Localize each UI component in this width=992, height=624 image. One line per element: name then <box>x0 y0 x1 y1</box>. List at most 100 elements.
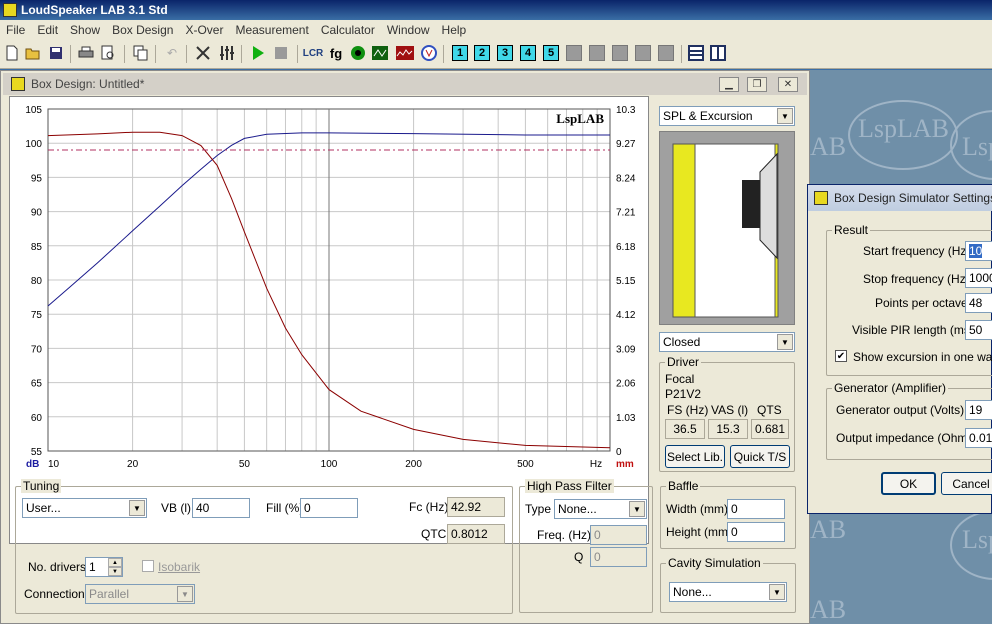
chevron-down-icon: ▼ <box>769 584 785 600</box>
layout-slot-8-button[interactable] <box>612 45 628 61</box>
menu-edit[interactable]: Edit <box>31 23 64 37</box>
menu-box-design[interactable]: Box Design <box>106 23 179 37</box>
ok-button[interactable]: OK <box>881 472 936 495</box>
oscillator-icon[interactable] <box>350 45 366 61</box>
stop-icon[interactable] <box>273 45 289 61</box>
hpf-freq-label: Freq. (Hz) <box>537 528 591 542</box>
box-type-select[interactable]: Closed ▼ <box>659 332 795 352</box>
drivers-spin-up[interactable]: ▲ <box>108 558 122 567</box>
select-library-button[interactable]: Select Lib. <box>665 445 725 468</box>
minimize-button[interactable]: ▁ <box>719 77 739 92</box>
baffle-width-label: Width (mm) <box>666 502 728 516</box>
layout-2-button[interactable]: 2 <box>474 45 490 61</box>
points-per-octave-label: Points per octave <box>875 296 968 310</box>
x-tick-label: 200 <box>405 459 422 470</box>
tools-icon[interactable] <box>195 45 211 61</box>
vas-value: 15.3 <box>708 419 748 439</box>
baffle-width-input[interactable]: 0 <box>727 499 785 519</box>
y-tick-label-left: 70 <box>31 344 43 355</box>
y-tick-label-right: 8.24 <box>616 173 636 184</box>
spectrum-analyzer-icon[interactable] <box>396 45 414 61</box>
print-preview-icon[interactable] <box>100 45 116 61</box>
y-tick-label-left: 75 <box>31 310 43 321</box>
start-frequency-input[interactable]: 10 <box>965 241 992 261</box>
desktop-watermark-fragment: AB <box>810 132 847 161</box>
menu-file[interactable]: File <box>0 23 31 37</box>
save-icon[interactable] <box>48 45 64 61</box>
output-impedance-input[interactable]: 0.01 <box>965 428 992 448</box>
dialog-title: Box Design Simulator Settings <box>834 191 992 205</box>
app-title: LoudSpeaker LAB 3.1 Std <box>21 3 168 17</box>
menu-measurement[interactable]: Measurement <box>229 23 314 37</box>
voltmeter-icon[interactable] <box>421 45 437 61</box>
cancel-button[interactable]: Cancel <box>941 472 992 495</box>
layout-1-button[interactable]: 1 <box>452 45 468 61</box>
vb-label: VB (l) <box>161 501 191 515</box>
hpf-q-input[interactable]: 0 <box>590 547 647 567</box>
spl-excursion-chart[interactable]: 10510095908580757065605510.39.278.247.21… <box>10 97 648 543</box>
window-title-bar[interactable]: Box Design: Untitled* ▁ ❐ ✕ <box>3 73 807 95</box>
cavity-simulation-select[interactable]: None... ▼ <box>669 582 787 602</box>
layout-slot-7-button[interactable] <box>589 45 605 61</box>
y-tick-label-left: 105 <box>25 105 42 116</box>
points-per-octave-input[interactable]: 48 <box>965 293 992 313</box>
view-mode-select[interactable]: SPL & Excursion ▼ <box>659 106 795 126</box>
layout-4-button[interactable]: 4 <box>520 45 536 61</box>
stop-frequency-label: Stop frequency (Hz) <box>863 272 970 286</box>
generator-output-input[interactable]: 19 <box>965 400 992 420</box>
menu-show[interactable]: Show <box>64 23 106 37</box>
layout-5-button[interactable]: 5 <box>543 45 559 61</box>
hpf-freq-input[interactable]: 0 <box>590 525 647 545</box>
alignment-select[interactable]: User... ▼ <box>22 498 147 518</box>
scope-icon[interactable] <box>372 45 388 61</box>
hpf-type-select[interactable]: None... ▼ <box>554 499 647 519</box>
qts-value: 0.681 <box>751 419 789 439</box>
restore-button[interactable]: ❐ <box>747 77 767 92</box>
stop-frequency-input[interactable]: 1000 <box>965 268 992 288</box>
tile-vertical-icon[interactable] <box>710 45 726 61</box>
driver-model: P21V2 <box>665 387 702 401</box>
box-design-window: Box Design: Untitled* ▁ ❐ ✕ 105 100 95 90 85… <box>0 70 810 624</box>
layout-3-button[interactable]: 3 <box>497 45 513 61</box>
y-tick-label-left: 60 <box>31 413 43 424</box>
desktop-watermark-fragment: AB <box>810 595 847 624</box>
app-title-bar: LoudSpeaker LAB 3.1 Std <box>0 0 992 20</box>
menu-help[interactable]: Help <box>436 23 473 37</box>
menu-window[interactable]: Window <box>381 23 436 37</box>
close-button[interactable]: ✕ <box>778 77 798 92</box>
new-file-icon[interactable] <box>4 45 20 61</box>
equalizer-icon[interactable] <box>219 45 235 61</box>
undo-icon[interactable]: ↶ <box>164 45 180 61</box>
window-icon <box>11 77 25 91</box>
tile-horizontal-icon[interactable] <box>688 45 704 61</box>
layout-slot-10-button[interactable] <box>658 45 674 61</box>
function-generator-icon[interactable]: fg <box>326 45 346 61</box>
chevron-down-icon: ▼ <box>777 334 793 350</box>
lcr-meter-icon[interactable]: LCR <box>303 45 324 61</box>
quick-ts-button[interactable]: Quick T/S <box>730 445 790 468</box>
connection-select[interactable]: Parallel ▼ <box>85 584 195 604</box>
vb-input[interactable]: 40 <box>192 498 250 518</box>
x-tick-label: 10 <box>48 459 60 470</box>
layout-slot-6-button[interactable] <box>566 45 582 61</box>
layout-slot-9-button[interactable] <box>635 45 651 61</box>
isobarik-checkbox[interactable] <box>142 560 154 572</box>
y-tick-label-right: 9.27 <box>616 139 636 150</box>
print-icon[interactable] <box>78 45 94 61</box>
pir-length-input[interactable]: 50 <box>965 320 992 340</box>
copy-icon[interactable] <box>133 45 149 61</box>
baffle-height-input[interactable]: 0 <box>727 522 785 542</box>
y-tick-label-right: 2.06 <box>616 379 636 390</box>
box-diagram <box>659 131 795 325</box>
play-icon[interactable] <box>250 45 266 61</box>
menu-calculator[interactable]: Calculator <box>315 23 381 37</box>
isobarik-label: Isobarik <box>158 560 201 574</box>
y-tick-label-left: 80 <box>31 276 43 287</box>
menu-x-over[interactable]: X-Over <box>179 23 229 37</box>
qts-label: QTS <box>757 403 782 417</box>
open-folder-icon[interactable] <box>25 45 41 61</box>
dialog-title-bar[interactable]: Box Design Simulator Settings <box>808 185 992 211</box>
drivers-spin-down[interactable]: ▼ <box>108 567 122 576</box>
show-excursion-checkbox[interactable]: ✔ <box>835 350 847 362</box>
fill-input[interactable]: 0 <box>300 498 358 518</box>
